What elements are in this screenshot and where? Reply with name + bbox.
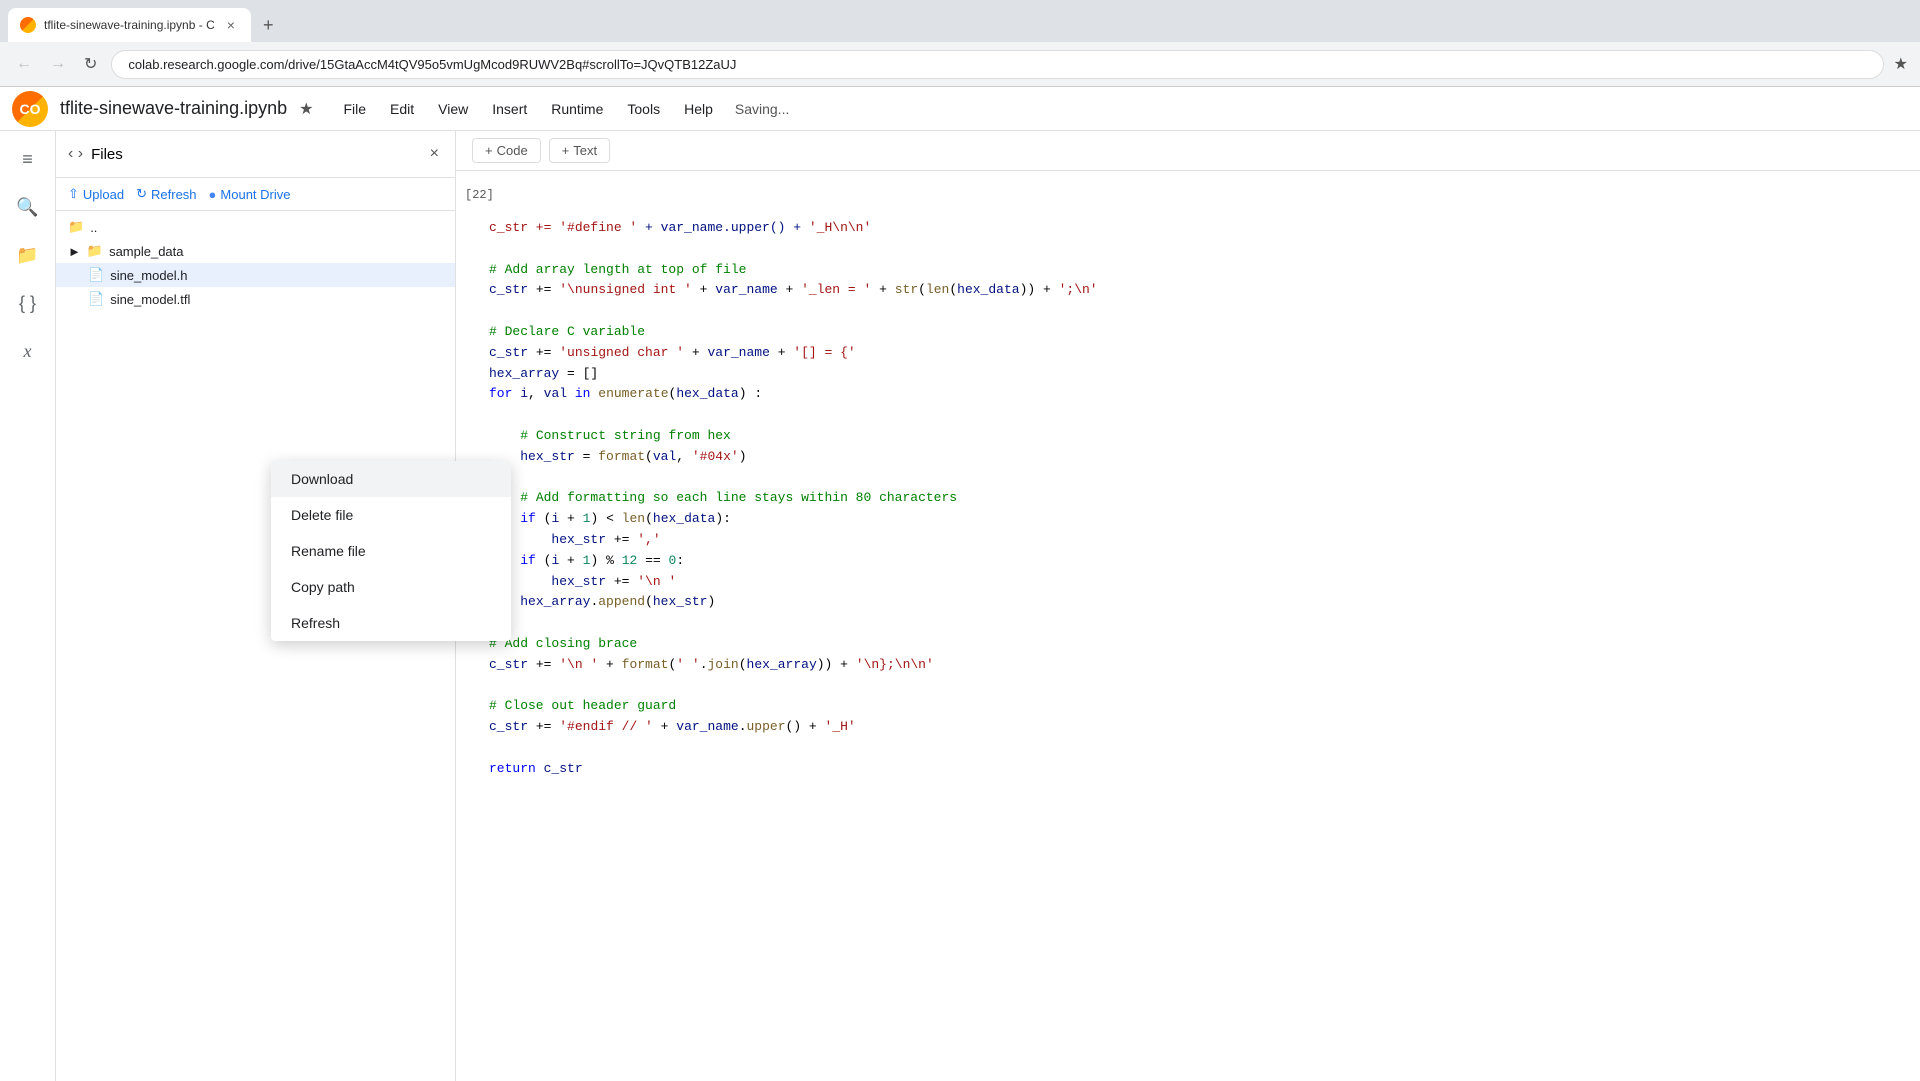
- refresh-icon: ↻: [136, 186, 147, 202]
- code-snippets-icon: { }: [19, 293, 36, 314]
- menu-file[interactable]: File: [333, 95, 376, 123]
- refresh-files-button[interactable]: ↻ Refresh: [136, 186, 196, 202]
- search-icon: 🔍: [16, 197, 38, 218]
- app-container: CO tflite-sinewave-training.ipynb ★ File…: [0, 87, 1920, 1081]
- nav-toc[interactable]: ≡: [8, 139, 48, 179]
- context-menu-delete[interactable]: Delete file: [271, 497, 511, 533]
- address-bar: ← → ↻ colab.research.google.com/drive/15…: [0, 42, 1920, 86]
- context-menu-refresh[interactable]: Refresh: [271, 605, 511, 641]
- tab-favicon: [20, 17, 36, 33]
- tree-item-parent[interactable]: 📁 ..: [56, 215, 455, 239]
- tree-item-sine-model-tfl[interactable]: 📄 sine_model.tfl: [56, 287, 455, 311]
- add-code-button[interactable]: + Code: [472, 138, 541, 163]
- nav-variables[interactable]: x: [8, 331, 48, 371]
- add-text-button[interactable]: + Text: [549, 138, 610, 163]
- nav-code-snippets[interactable]: { }: [8, 283, 48, 323]
- saving-status: Saving...: [735, 101, 789, 117]
- files-tree: 📁 .. ► 📁 sample_data 📄 sine_model.h 📄 si…: [56, 211, 455, 1081]
- upload-icon: ⇧: [68, 186, 79, 202]
- left-nav: ≡ 🔍 📁 { } x: [0, 131, 56, 1081]
- menu-insert[interactable]: Insert: [482, 95, 537, 123]
- add-text-label: Text: [573, 143, 597, 158]
- tab-bar: tflite-sinewave-training.ipynb - C × +: [0, 0, 1920, 42]
- context-menu-download[interactable]: Download: [271, 461, 511, 497]
- parent-dir-label: ..: [90, 220, 97, 235]
- cell-number: [22]: [465, 180, 1903, 202]
- file-icon-h: 📄: [88, 267, 104, 283]
- logo-text: CO: [20, 101, 41, 117]
- tab-close-button[interactable]: ×: [223, 15, 239, 35]
- context-menu-copy-path[interactable]: Copy path: [271, 569, 511, 605]
- browser-chrome: tflite-sinewave-training.ipynb - C × + ←…: [0, 0, 1920, 87]
- add-text-icon: +: [562, 143, 570, 158]
- star-document-button[interactable]: ★: [299, 99, 313, 119]
- file-icon-tfl: 📄: [88, 291, 104, 307]
- files-toolbar: ⇧ Upload ↻ Refresh ● Mount Drive: [56, 178, 455, 211]
- file-label-h: sine_model.h: [110, 268, 187, 283]
- main-content: ≡ 🔍 📁 { } x ‹ › Files ×: [0, 131, 1920, 1081]
- notebook-toolbar: + Code + Text: [456, 131, 1920, 171]
- menu-view[interactable]: View: [428, 95, 478, 123]
- code-area: + Code + Text [22] c_str += '#define ' +…: [456, 131, 1920, 1081]
- bookmark-button[interactable]: ★: [1894, 54, 1908, 74]
- folder-expand-icon: ►: [68, 244, 81, 259]
- folder-label: sample_data: [109, 244, 183, 259]
- back-button[interactable]: ←: [12, 51, 36, 77]
- folder-icon: 📁: [87, 243, 103, 259]
- code-block: c_str += '#define ' + var_name.upper() +…: [473, 202, 1903, 796]
- files-panel: ‹ › Files × ⇧ Upload ↻ Refresh ● Mount D…: [56, 131, 456, 1081]
- nav-files[interactable]: 📁: [8, 235, 48, 275]
- panel-nav-arrows[interactable]: ‹ ›: [68, 145, 83, 163]
- menu-help[interactable]: Help: [674, 95, 723, 123]
- mount-drive-label: Mount Drive: [220, 187, 290, 202]
- upload-button[interactable]: ⇧ Upload: [68, 186, 124, 202]
- upload-label: Upload: [83, 187, 124, 202]
- nav-search[interactable]: 🔍: [8, 187, 48, 227]
- document-title: tflite-sinewave-training.ipynb: [60, 98, 287, 119]
- file-label-tfl: sine_model.tfl: [110, 292, 190, 307]
- drive-icon: ●: [209, 187, 217, 202]
- refresh-label: Refresh: [151, 187, 197, 202]
- files-icon: 📁: [16, 245, 38, 266]
- colab-logo: CO: [12, 91, 48, 127]
- parent-dir-icon: 📁: [68, 219, 84, 235]
- menu-runtime[interactable]: Runtime: [541, 95, 613, 123]
- files-panel-header: ‹ › Files ×: [56, 131, 455, 178]
- new-tab-button[interactable]: +: [255, 11, 282, 40]
- forward-button[interactable]: →: [46, 51, 70, 77]
- add-code-label: Code: [497, 143, 528, 158]
- context-menu-rename[interactable]: Rename file: [271, 533, 511, 569]
- cell-22[interactable]: [22] c_str += '#define ' + var_name.uppe…: [472, 179, 1904, 797]
- menu-tools[interactable]: Tools: [617, 95, 670, 123]
- refresh-button[interactable]: ↻: [80, 50, 101, 78]
- active-tab[interactable]: tflite-sinewave-training.ipynb - C ×: [8, 8, 251, 42]
- toc-icon: ≡: [22, 149, 33, 170]
- context-menu: Download Delete file Rename file Copy pa…: [271, 461, 511, 641]
- add-code-icon: +: [485, 143, 493, 158]
- close-files-panel-button[interactable]: ×: [426, 141, 443, 167]
- tab-title: tflite-sinewave-training.ipynb - C: [44, 18, 215, 32]
- mount-drive-button[interactable]: ● Mount Drive: [209, 187, 291, 202]
- menu-edit[interactable]: Edit: [380, 95, 424, 123]
- files-panel-title: Files: [91, 146, 426, 163]
- variables-icon: x: [24, 341, 32, 362]
- menu-bar: CO tflite-sinewave-training.ipynb ★ File…: [0, 87, 1920, 131]
- tree-item-sine-model-h[interactable]: 📄 sine_model.h: [56, 263, 455, 287]
- url-bar[interactable]: colab.research.google.com/drive/15GtaAcc…: [111, 50, 1883, 79]
- tree-item-sample-data[interactable]: ► 📁 sample_data: [56, 239, 455, 263]
- code-content: c_str += '#define ' + var_name.upper() +…: [489, 210, 1887, 788]
